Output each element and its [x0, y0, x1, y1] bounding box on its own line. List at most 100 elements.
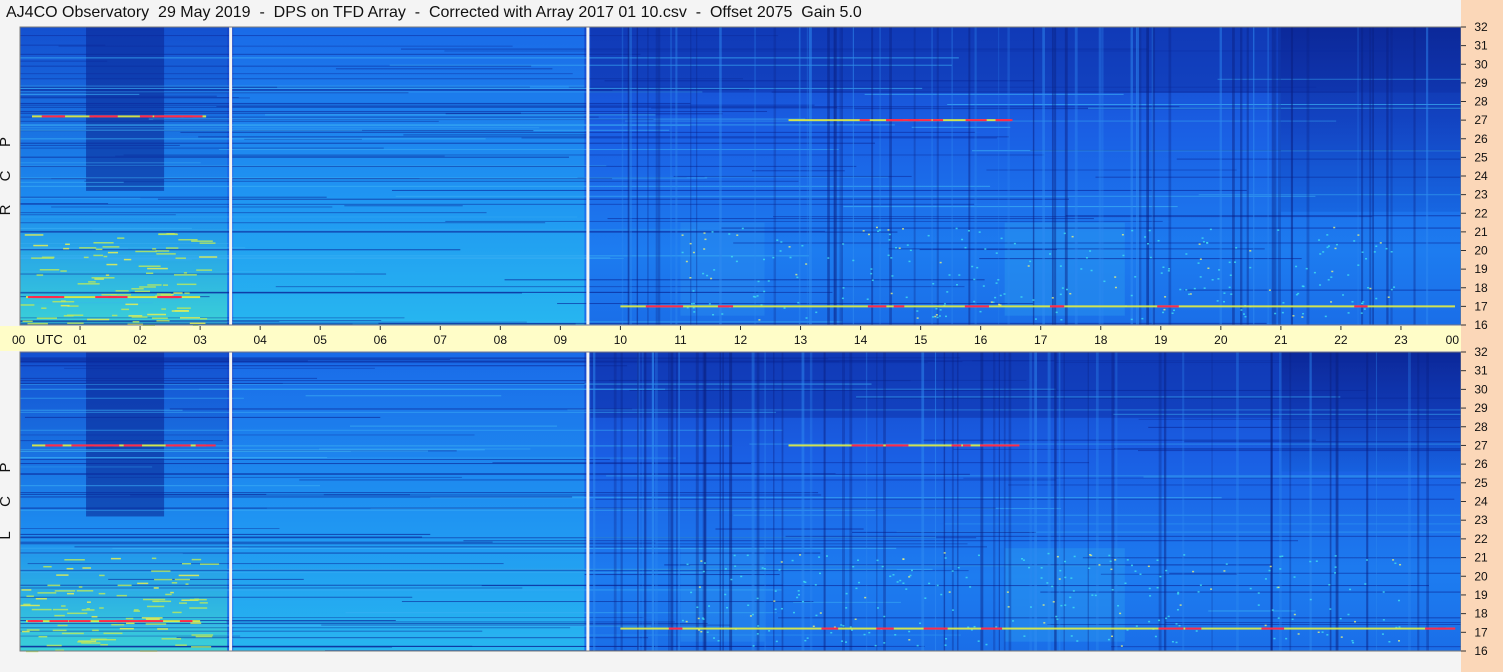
spectrum-streak — [629, 27, 632, 325]
spectrum-striation — [20, 78, 744, 80]
spectrum-hot — [158, 233, 177, 235]
spectrum-streak — [657, 27, 661, 325]
spectrum-streak — [1054, 27, 1057, 325]
spectrum-hot — [170, 591, 174, 594]
spectrum-streak — [613, 352, 617, 651]
spectrum-speckle — [982, 285, 985, 287]
spectrum-speckle — [924, 597, 927, 599]
burst-segment — [27, 296, 49, 299]
spectrum-speckle — [763, 258, 766, 261]
mhz-tick-label: 27 — [1474, 113, 1488, 127]
spectrum-striation — [20, 112, 521, 114]
spectrum-streak — [993, 352, 996, 651]
spectrum-streak — [1267, 27, 1269, 325]
spectrum-striation — [20, 222, 546, 224]
spectrum-striation — [20, 110, 768, 112]
spectrum-speckle — [1322, 251, 1325, 253]
spectrum-hot — [60, 304, 70, 307]
mhz-tick-label: 18 — [1474, 281, 1488, 295]
burst-segment — [71, 444, 94, 447]
spectrum-hot — [152, 248, 157, 250]
spectrum-streak — [1426, 352, 1429, 651]
spectrum-speckle — [984, 248, 987, 250]
spectrum-hot — [65, 243, 70, 246]
spectrum-speckle — [756, 597, 759, 600]
burst-segment — [965, 119, 987, 122]
spectrum-speckle — [934, 315, 937, 318]
spectrum-speckle — [840, 624, 843, 626]
spectrum-speckle — [1176, 609, 1179, 611]
spectrum-hot — [31, 257, 54, 259]
utc-tick-label: 15 — [914, 333, 928, 347]
spectrum-speckle — [1072, 590, 1075, 592]
spectrum-speckle — [690, 591, 693, 594]
polarization-letter: C — [0, 496, 14, 507]
spectrum-striation — [947, 103, 1461, 105]
spectrum-speckle — [773, 600, 776, 602]
spectrum-speckle — [1173, 309, 1176, 312]
spectrum-speckle — [703, 562, 706, 564]
spectrum-streak — [956, 352, 959, 651]
spectrum-speckle — [1199, 276, 1202, 278]
spectrum-streak — [823, 352, 826, 651]
spectrum-speckle — [1060, 604, 1063, 607]
spectrum-striation — [20, 92, 409, 94]
spectrum-speckle — [1020, 296, 1023, 298]
spectrum-streak — [1372, 27, 1374, 325]
spectrum-striation — [20, 645, 473, 647]
spectrum-speckle — [938, 315, 941, 317]
spectrum-striation — [715, 528, 864, 530]
spectrum-speckle — [890, 292, 893, 295]
spectrum-striation — [785, 535, 1461, 537]
spectrum-speckle — [1023, 635, 1026, 637]
spectrum-streak — [704, 352, 707, 651]
spectrum-hot — [132, 321, 140, 323]
spectrum-hot — [21, 589, 32, 591]
spectrum-hot — [110, 557, 121, 560]
spectrum-striation — [1030, 149, 1461, 151]
time-axis-band — [0, 326, 1461, 351]
spectrum-striation — [1008, 484, 1461, 486]
spectrum-speckle — [730, 255, 733, 258]
spectrum-speckle — [1209, 228, 1212, 231]
spectrum-speckle — [1257, 592, 1260, 594]
spectrum-striation — [20, 142, 876, 144]
burst-segment — [867, 305, 887, 308]
spectrum-speckle — [1225, 563, 1228, 565]
burst-segment — [951, 444, 962, 447]
spectrum-streak — [1098, 27, 1102, 325]
spectrum-speckle — [700, 560, 703, 562]
burst-segment — [923, 627, 948, 630]
spectrum-striation — [20, 104, 815, 106]
spectrum-speckle — [852, 259, 855, 262]
spectrum-speckle — [1117, 604, 1120, 607]
spectrum-streak — [798, 27, 801, 325]
spectrum-streak — [1240, 27, 1243, 325]
spectrum-speckle — [868, 631, 871, 634]
spectrum-speckle — [1185, 253, 1188, 255]
spectrum-speckle — [858, 581, 861, 584]
spectrum-hot — [199, 242, 216, 244]
spectrum-speckle — [1139, 573, 1142, 576]
spectrum-speckle — [1040, 577, 1043, 579]
spectrum-hot — [176, 307, 191, 309]
spectrum-speckle — [899, 579, 902, 582]
spectrum-speckle — [1274, 312, 1277, 315]
spectrum-striation — [1184, 289, 1461, 291]
spectrum-speckle — [757, 280, 760, 283]
spectrum-speckle — [1165, 617, 1168, 620]
spectrum-striation — [275, 286, 965, 288]
spectrum-hot — [24, 234, 44, 236]
mhz-tick-label: 31 — [1474, 39, 1488, 53]
spectrum-striation — [629, 389, 1366, 391]
spectrum-speckle — [1382, 619, 1385, 621]
spectrum-speckle — [1061, 287, 1064, 289]
spectrum-striation — [176, 637, 649, 639]
gap-line — [229, 352, 233, 651]
spectrum-speckle — [1069, 596, 1072, 599]
spectrum-hot — [162, 284, 169, 286]
spectrum-speckle — [1375, 297, 1378, 300]
spectrum-striation — [20, 321, 527, 323]
spectrum-speckle — [776, 239, 779, 241]
spectrum-striation — [20, 129, 363, 131]
